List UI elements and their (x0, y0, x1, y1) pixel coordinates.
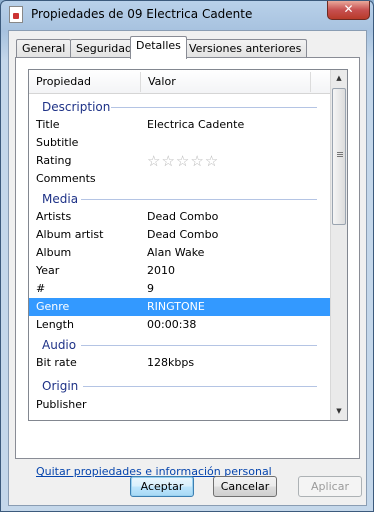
list-item[interactable]: Publisher (29, 396, 331, 414)
group-divider (111, 107, 317, 108)
list-item[interactable]: Rating ☆☆☆☆☆ (29, 152, 331, 170)
dialog-client: General Seguridad Detalles Versiones ant… (8, 30, 367, 506)
property-name: Artists (36, 210, 72, 223)
vertical-scrollbar[interactable]: ▲ ▼ (330, 70, 347, 420)
group-label: Media (42, 192, 79, 206)
tab-previous-versions[interactable]: Versiones anteriores (183, 39, 308, 58)
property-value[interactable]: Dead Combo (147, 226, 218, 244)
group-divider (81, 199, 317, 200)
group-label: Origin (42, 379, 79, 393)
list-item[interactable]: Artists Dead Combo (29, 208, 331, 226)
group-divider (81, 345, 317, 346)
properties-list[interactable]: Propiedad Valor Description Title Electr… (28, 69, 348, 421)
list-item-selected[interactable]: Genre RINGTONE (29, 298, 331, 316)
scroll-down-arrow-icon[interactable]: ▼ (331, 403, 347, 420)
group-divider (83, 386, 317, 387)
column-header-value[interactable]: Valor (141, 70, 309, 94)
column-header-property[interactable]: Propiedad (29, 70, 139, 94)
list-item[interactable]: Year 2010 (29, 262, 331, 280)
tab-general[interactable]: General (16, 39, 72, 58)
group-audio: Audio (29, 336, 331, 354)
property-value[interactable]: RINGTONE (147, 298, 205, 316)
property-name: Publisher (36, 398, 87, 411)
property-name: Album artist (36, 228, 104, 241)
list-item[interactable]: Album Alan Wake (29, 244, 331, 262)
details-panel: Propiedad Valor Description Title Electr… (15, 57, 360, 478)
list-item[interactable]: Title Electrica Cadente (29, 116, 331, 134)
property-value[interactable]: 00:00:38 (147, 316, 196, 334)
list-item[interactable]: # 9 (29, 280, 331, 298)
property-value[interactable]: 128kbps (147, 354, 194, 372)
column-divider[interactable] (310, 72, 311, 92)
file-icon (9, 6, 23, 23)
property-name: Length (36, 318, 74, 331)
group-description: Description (29, 98, 331, 116)
window-title: Propiedades de 09 Electrica Cadente (31, 7, 253, 21)
property-value[interactable]: Alan Wake (147, 244, 204, 262)
group-label: Audio (42, 338, 77, 352)
property-name: Genre (36, 300, 70, 313)
scrollbar-thumb[interactable] (332, 88, 346, 225)
tab-security[interactable]: Seguridad (70, 39, 138, 58)
property-value[interactable]: 9 (147, 280, 154, 298)
list-item[interactable]: Length 00:00:38 (29, 316, 331, 334)
property-name: Bit rate (36, 356, 77, 369)
group-label: Description (42, 100, 111, 114)
tab-details[interactable]: Detalles (130, 36, 187, 59)
scroll-up-arrow-icon[interactable]: ▲ (331, 70, 347, 87)
group-media: Media (29, 190, 331, 208)
property-name: Comments (36, 172, 96, 185)
property-value[interactable]: Dead Combo (147, 208, 218, 226)
apply-button[interactable]: Aplicar (298, 476, 362, 497)
accept-button[interactable]: Aceptar (130, 476, 194, 497)
list-item[interactable]: Subtitle (29, 134, 331, 152)
property-name: Rating (36, 154, 72, 167)
property-name: # (36, 282, 46, 295)
property-name: Year (36, 264, 60, 277)
property-name: Title (36, 118, 60, 131)
property-value[interactable]: 2010 (147, 262, 175, 280)
list-item[interactable]: Album artist Dead Combo (29, 226, 331, 244)
group-origin: Origin (29, 377, 331, 395)
list-item[interactable]: Comments (29, 170, 331, 188)
close-button[interactable]: ✕ (327, 1, 370, 20)
property-name: Album (36, 246, 72, 259)
list-item[interactable]: Bit rate 128kbps (29, 354, 331, 372)
properties-window: Propiedades de 09 Electrica Cadente ✕ Ge… (0, 0, 374, 512)
grip-icon (337, 152, 343, 157)
cancel-button[interactable]: Cancelar (213, 476, 277, 497)
title-bar[interactable]: Propiedades de 09 Electrica Cadente ✕ (1, 1, 373, 29)
property-value[interactable]: Electrica Cadente (147, 116, 244, 134)
rating-stars[interactable]: ☆☆☆☆☆ (147, 152, 219, 170)
property-name: Subtitle (36, 136, 79, 149)
list-header: Propiedad Valor (29, 70, 331, 94)
